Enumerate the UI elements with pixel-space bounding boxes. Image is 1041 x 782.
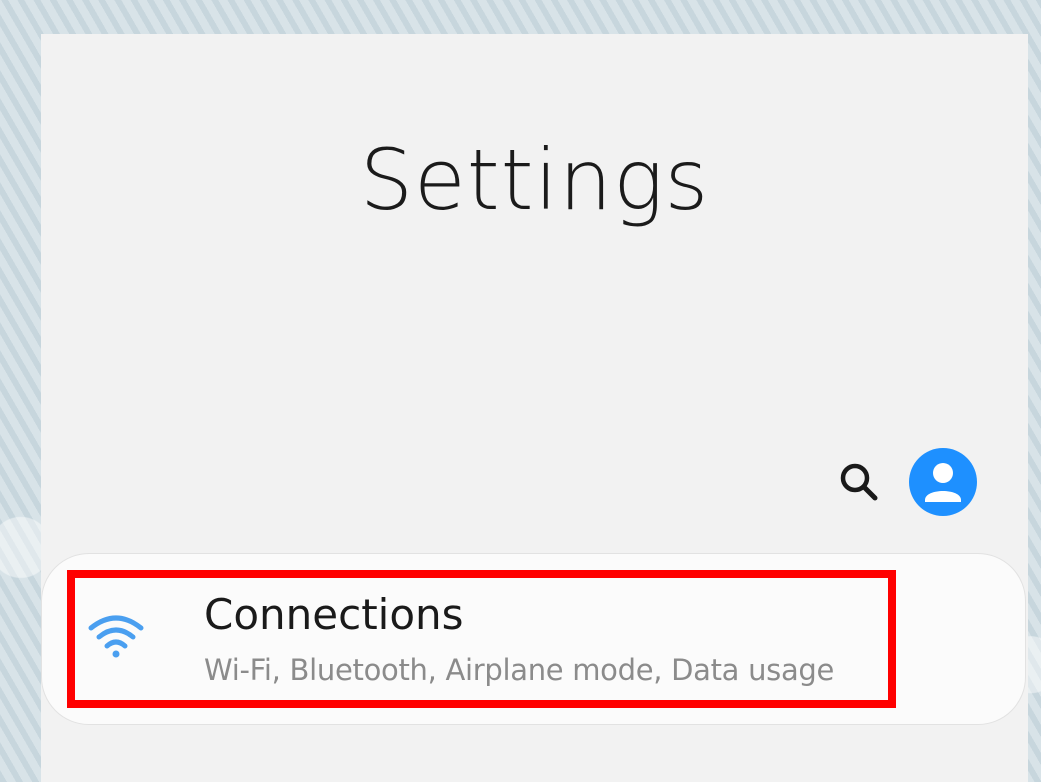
search-icon (840, 463, 878, 501)
account-button[interactable] (909, 448, 977, 516)
page-title: Settings (359, 131, 710, 229)
account-circle-icon (909, 448, 977, 516)
wifi-icon (88, 615, 144, 658)
settings-screen: Settings Connections Wi-Fi, Bluetooth, A… (41, 34, 1028, 782)
settings-item-subtitle: Wi-Fi, Bluetooth, Airplane mode, Data us… (204, 653, 835, 687)
search-button[interactable] (837, 460, 881, 504)
settings-item-connections[interactable]: Connections Wi-Fi, Bluetooth, Airplane m… (67, 570, 896, 708)
settings-item-title: Connections (204, 590, 464, 639)
toolbar (837, 448, 977, 516)
